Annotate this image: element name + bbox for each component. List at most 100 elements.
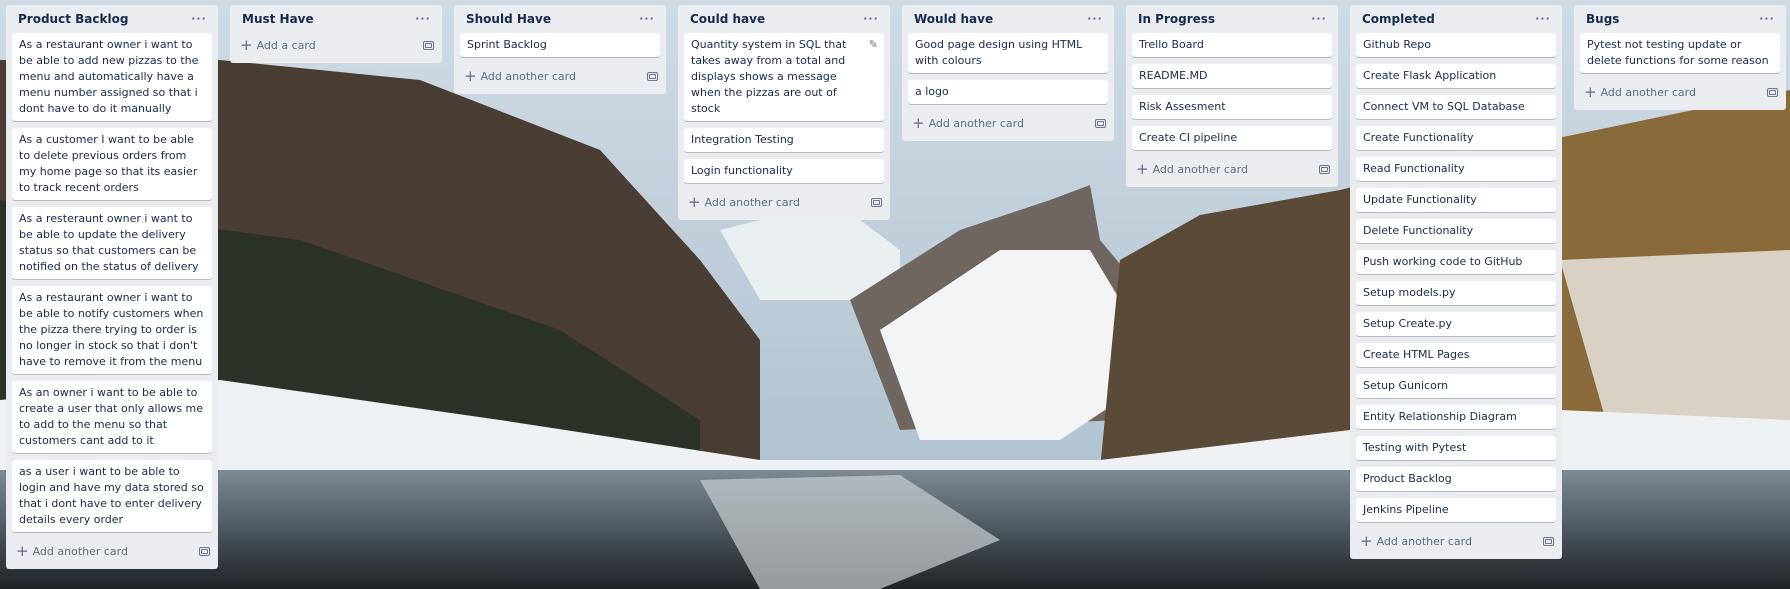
list-would-have: Would have ··· Good page design using HT… bbox=[902, 5, 1114, 141]
add-card-label: Add another card bbox=[32, 544, 128, 558]
card[interactable]: Product Backlog bbox=[1356, 467, 1556, 491]
card-text: Quantity system in SQL that takes away f… bbox=[691, 38, 847, 115]
add-card-label: Add another card bbox=[704, 195, 800, 209]
list-title[interactable]: Would have bbox=[914, 12, 993, 26]
card[interactable]: Update Functionality bbox=[1356, 188, 1556, 212]
card[interactable]: As a restaurant owner i want to be able … bbox=[12, 33, 212, 121]
plus-icon: + bbox=[1584, 83, 1597, 101]
list-title[interactable]: Completed bbox=[1362, 12, 1435, 26]
add-card-button[interactable]: + Add a card bbox=[236, 33, 436, 57]
card[interactable]: Setup Gunicorn bbox=[1356, 374, 1556, 398]
list-header[interactable]: In Progress ··· bbox=[1132, 5, 1332, 33]
ellipsis-icon[interactable]: ··· bbox=[1310, 13, 1328, 24]
list-header[interactable]: Product Backlog ··· bbox=[12, 5, 212, 33]
card[interactable]: Setup models.py bbox=[1356, 281, 1556, 305]
list-header[interactable]: Would have ··· bbox=[908, 5, 1108, 33]
list-header[interactable]: Completed ··· bbox=[1356, 5, 1556, 33]
card[interactable]: Setup Create.py bbox=[1356, 312, 1556, 336]
card[interactable]: Trello Board bbox=[1132, 33, 1332, 57]
plus-icon: + bbox=[1136, 160, 1149, 178]
list-header[interactable]: Should Have ··· bbox=[460, 5, 660, 33]
plus-icon: + bbox=[240, 36, 253, 54]
list-title[interactable]: Should Have bbox=[466, 12, 551, 26]
ellipsis-icon[interactable]: ··· bbox=[414, 13, 432, 24]
list-title[interactable]: Product Backlog bbox=[18, 12, 128, 26]
list-title[interactable]: Could have bbox=[690, 12, 765, 26]
card[interactable]: Risk Assesment bbox=[1132, 95, 1332, 119]
add-card-button[interactable]: + Add another card bbox=[12, 539, 212, 563]
card-template-icon[interactable] bbox=[423, 40, 434, 50]
plus-icon: + bbox=[1360, 532, 1373, 550]
ellipsis-icon[interactable]: ··· bbox=[1086, 13, 1104, 24]
list-title[interactable]: In Progress bbox=[1138, 12, 1215, 26]
add-card-label: Add another card bbox=[1376, 534, 1472, 548]
ellipsis-icon[interactable]: ··· bbox=[862, 13, 880, 24]
card[interactable]: Github Repo bbox=[1356, 33, 1556, 57]
list-bugs: Bugs ··· Pytest not testing update or de… bbox=[1574, 5, 1786, 110]
add-card-button[interactable]: + Add another card bbox=[1132, 157, 1332, 181]
card-template-icon[interactable] bbox=[1767, 87, 1778, 97]
card[interactable]: Create HTML Pages bbox=[1356, 343, 1556, 367]
ellipsis-icon[interactable]: ··· bbox=[1758, 13, 1776, 24]
card[interactable]: As a customer I want to be able to delet… bbox=[12, 128, 212, 200]
card[interactable]: Create Flask Application bbox=[1356, 64, 1556, 88]
list-product-backlog: Product Backlog ··· As a restaurant owne… bbox=[6, 5, 218, 569]
list-completed: Completed ··· Github Repo Create Flask A… bbox=[1350, 5, 1562, 559]
card-template-icon[interactable] bbox=[199, 546, 210, 556]
ellipsis-icon[interactable]: ··· bbox=[1534, 13, 1552, 24]
list-could-have: Could have ··· Quantity system in SQL th… bbox=[678, 5, 890, 220]
card[interactable]: As a resteraunt owner i want to be able … bbox=[12, 207, 212, 279]
add-card-button[interactable]: + Add another card bbox=[1580, 80, 1780, 104]
plus-icon: + bbox=[912, 114, 925, 132]
list-title[interactable]: Must Have bbox=[242, 12, 314, 26]
card[interactable]: as a user i want to be able to login and… bbox=[12, 460, 212, 532]
card[interactable]: a logo bbox=[908, 80, 1108, 104]
card[interactable]: Read Functionality bbox=[1356, 157, 1556, 181]
add-card-button[interactable]: + Add another card bbox=[908, 111, 1108, 135]
ellipsis-icon[interactable]: ··· bbox=[638, 13, 656, 24]
add-card-label: Add another card bbox=[1600, 85, 1696, 99]
list-header[interactable]: Must Have ··· bbox=[236, 5, 436, 33]
card[interactable]: README.MD bbox=[1132, 64, 1332, 88]
list-header[interactable]: Could have ··· bbox=[684, 5, 884, 33]
card[interactable]: Jenkins Pipeline bbox=[1356, 498, 1556, 522]
card[interactable]: Create Functionality bbox=[1356, 126, 1556, 150]
card[interactable]: Sprint Backlog bbox=[460, 33, 660, 57]
list-should-have: Should Have ··· Sprint Backlog + Add anot… bbox=[454, 5, 666, 94]
add-card-button[interactable]: + Add another card bbox=[684, 190, 884, 214]
card[interactable]: Quantity system in SQL that takes away f… bbox=[684, 33, 884, 121]
card[interactable]: Pytest not testing update or delete func… bbox=[1580, 33, 1780, 73]
ellipsis-icon[interactable]: ··· bbox=[190, 13, 208, 24]
card-template-icon[interactable] bbox=[1095, 118, 1106, 128]
card[interactable]: As an owner i want to be able to create … bbox=[12, 381, 212, 453]
card[interactable]: Testing with Pytest bbox=[1356, 436, 1556, 460]
pencil-icon[interactable]: ✎ bbox=[869, 37, 878, 53]
add-card-label: Add a card bbox=[256, 38, 316, 52]
card[interactable]: Login functionality bbox=[684, 159, 884, 183]
list-in-progress: In Progress ··· Trello Board README.MD R… bbox=[1126, 5, 1338, 187]
add-card-label: Add another card bbox=[480, 69, 576, 83]
add-card-label: Add another card bbox=[1152, 162, 1248, 176]
card-template-icon[interactable] bbox=[647, 71, 658, 81]
card[interactable]: Good page design using HTML with colours bbox=[908, 33, 1108, 73]
plus-icon: + bbox=[688, 193, 701, 211]
list-header[interactable]: Bugs ··· bbox=[1580, 5, 1780, 33]
card-template-icon[interactable] bbox=[871, 197, 882, 207]
list-must-have: Must Have ··· + Add a card bbox=[230, 5, 442, 63]
card-template-icon[interactable] bbox=[1543, 536, 1554, 546]
card[interactable]: Entity Relationship Diagram bbox=[1356, 405, 1556, 429]
card[interactable]: Push working code to GitHub bbox=[1356, 250, 1556, 274]
card[interactable]: Delete Functionality bbox=[1356, 219, 1556, 243]
add-card-button[interactable]: + Add another card bbox=[1356, 529, 1556, 553]
card[interactable]: Create CI pipeline bbox=[1132, 126, 1332, 150]
add-card-button[interactable]: + Add another card bbox=[460, 64, 660, 88]
board: Product Backlog ··· As a restaurant owne… bbox=[0, 0, 1790, 589]
card[interactable]: Connect VM to SQL Database bbox=[1356, 95, 1556, 119]
add-card-label: Add another card bbox=[928, 116, 1024, 130]
card[interactable]: As a restaurant owner i want to be able … bbox=[12, 286, 212, 374]
plus-icon: + bbox=[16, 542, 29, 560]
list-title[interactable]: Bugs bbox=[1586, 12, 1619, 26]
card-template-icon[interactable] bbox=[1319, 164, 1330, 174]
plus-icon: + bbox=[464, 67, 477, 85]
card[interactable]: Integration Testing bbox=[684, 128, 884, 152]
